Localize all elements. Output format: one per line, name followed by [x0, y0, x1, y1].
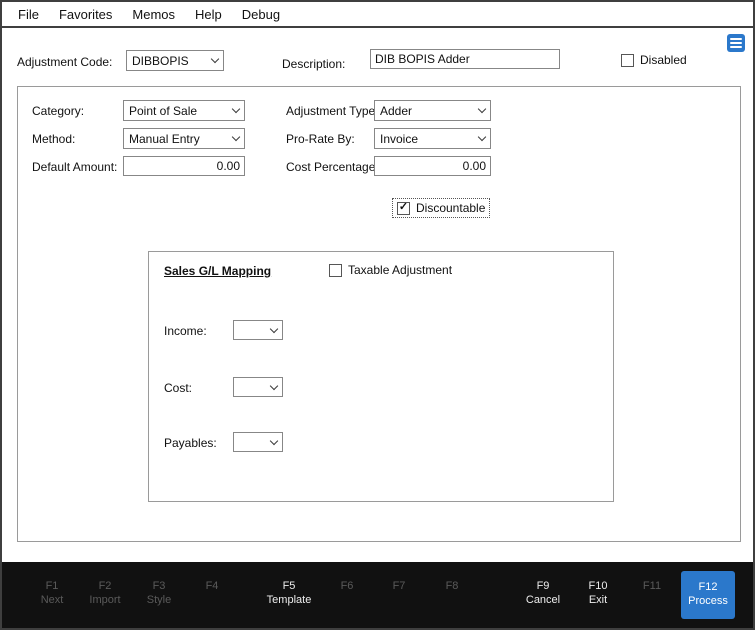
- discountable-checkbox-group[interactable]: Discountable: [392, 198, 490, 218]
- prorate-by-label: Pro-Rate By:: [286, 132, 355, 146]
- fkey-f3: F3Style: [132, 580, 186, 607]
- category-value: Point of Sale: [124, 104, 228, 118]
- adjustment-type-label: Adjustment Type:: [286, 104, 379, 118]
- hamburger-menu-icon[interactable]: [727, 34, 745, 52]
- income-label: Income:: [164, 324, 207, 338]
- menu-help[interactable]: Help: [185, 7, 232, 22]
- chevron-down-icon: [207, 51, 223, 70]
- payables-select[interactable]: [233, 432, 283, 452]
- adjustment-type-value: Adder: [375, 104, 474, 118]
- adjustment-code-value: DIBBOPIS: [127, 54, 207, 68]
- disabled-checkbox[interactable]: [621, 54, 634, 67]
- disabled-label: Disabled: [640, 53, 687, 67]
- adjustment-code-label: Adjustment Code:: [17, 55, 112, 69]
- adjustment-type-select[interactable]: Adder: [374, 100, 491, 121]
- menu-bar: File Favorites Memos Help Debug: [2, 2, 753, 28]
- taxable-adjustment-checkbox[interactable]: [329, 264, 342, 277]
- chevron-down-icon: [266, 433, 282, 451]
- taxable-adjustment-label: Taxable Adjustment: [348, 263, 452, 277]
- fkey-f8: F8: [425, 580, 479, 594]
- fkey-f4: F4: [185, 580, 239, 594]
- income-select[interactable]: [233, 320, 283, 340]
- app-window: File Favorites Memos Help Debug Adjustme…: [0, 0, 755, 630]
- fkey-f7: F7: [372, 580, 426, 594]
- prorate-by-value: Invoice: [375, 132, 474, 146]
- method-value: Manual Entry: [124, 132, 228, 146]
- payables-label: Payables:: [164, 436, 217, 450]
- fkey-f6: F6: [320, 580, 374, 594]
- chevron-down-icon: [228, 101, 244, 120]
- category-label: Category:: [32, 104, 84, 118]
- cost-select[interactable]: [233, 377, 283, 397]
- method-select[interactable]: Manual Entry: [123, 128, 245, 149]
- chevron-down-icon: [228, 129, 244, 148]
- fkey-f2: F2Import: [78, 580, 132, 607]
- description-input[interactable]: [370, 49, 560, 69]
- default-amount-input[interactable]: [123, 156, 245, 176]
- sales-gl-mapping-box: Sales G/L Mapping Taxable Adjustment Inc…: [148, 251, 614, 502]
- fkey-f5[interactable]: F5Template: [262, 580, 316, 607]
- chevron-down-icon: [474, 101, 490, 120]
- method-label: Method:: [32, 132, 75, 146]
- fkey-f11: F11: [625, 580, 679, 594]
- cost-percentage-label: Cost Percentage:: [286, 160, 379, 174]
- default-amount-label: Default Amount:: [32, 160, 117, 174]
- description-label: Description:: [282, 57, 345, 71]
- menu-favorites[interactable]: Favorites: [49, 7, 122, 22]
- adjustment-code-select[interactable]: DIBBOPIS: [126, 50, 224, 71]
- cost-label: Cost:: [164, 381, 192, 395]
- fkey-f9[interactable]: F9Cancel: [516, 580, 570, 607]
- fkey-f12-process-button[interactable]: F12Process: [681, 571, 735, 619]
- menu-debug[interactable]: Debug: [232, 7, 290, 22]
- fkey-f10[interactable]: F10Exit: [571, 580, 625, 607]
- disabled-checkbox-group[interactable]: Disabled: [621, 53, 687, 67]
- chevron-down-icon: [474, 129, 490, 148]
- adjustment-form-panel: Category: Point of Sale Adjustment Type:…: [17, 86, 741, 542]
- cost-percentage-input[interactable]: [374, 156, 491, 176]
- fkey-f1: F1Next: [25, 580, 79, 607]
- chevron-down-icon: [266, 321, 282, 339]
- menu-file[interactable]: File: [8, 7, 49, 22]
- discountable-checkbox[interactable]: [397, 202, 410, 215]
- category-select[interactable]: Point of Sale: [123, 100, 245, 121]
- chevron-down-icon: [266, 378, 282, 396]
- prorate-by-select[interactable]: Invoice: [374, 128, 491, 149]
- function-key-bar: F1Next F2Import F3Style F4 F5Template F6…: [2, 562, 753, 628]
- sales-gl-mapping-title: Sales G/L Mapping: [164, 264, 271, 278]
- discountable-label: Discountable: [416, 201, 485, 215]
- taxable-adjustment-checkbox-group[interactable]: Taxable Adjustment: [329, 263, 452, 277]
- menu-memos[interactable]: Memos: [122, 7, 185, 22]
